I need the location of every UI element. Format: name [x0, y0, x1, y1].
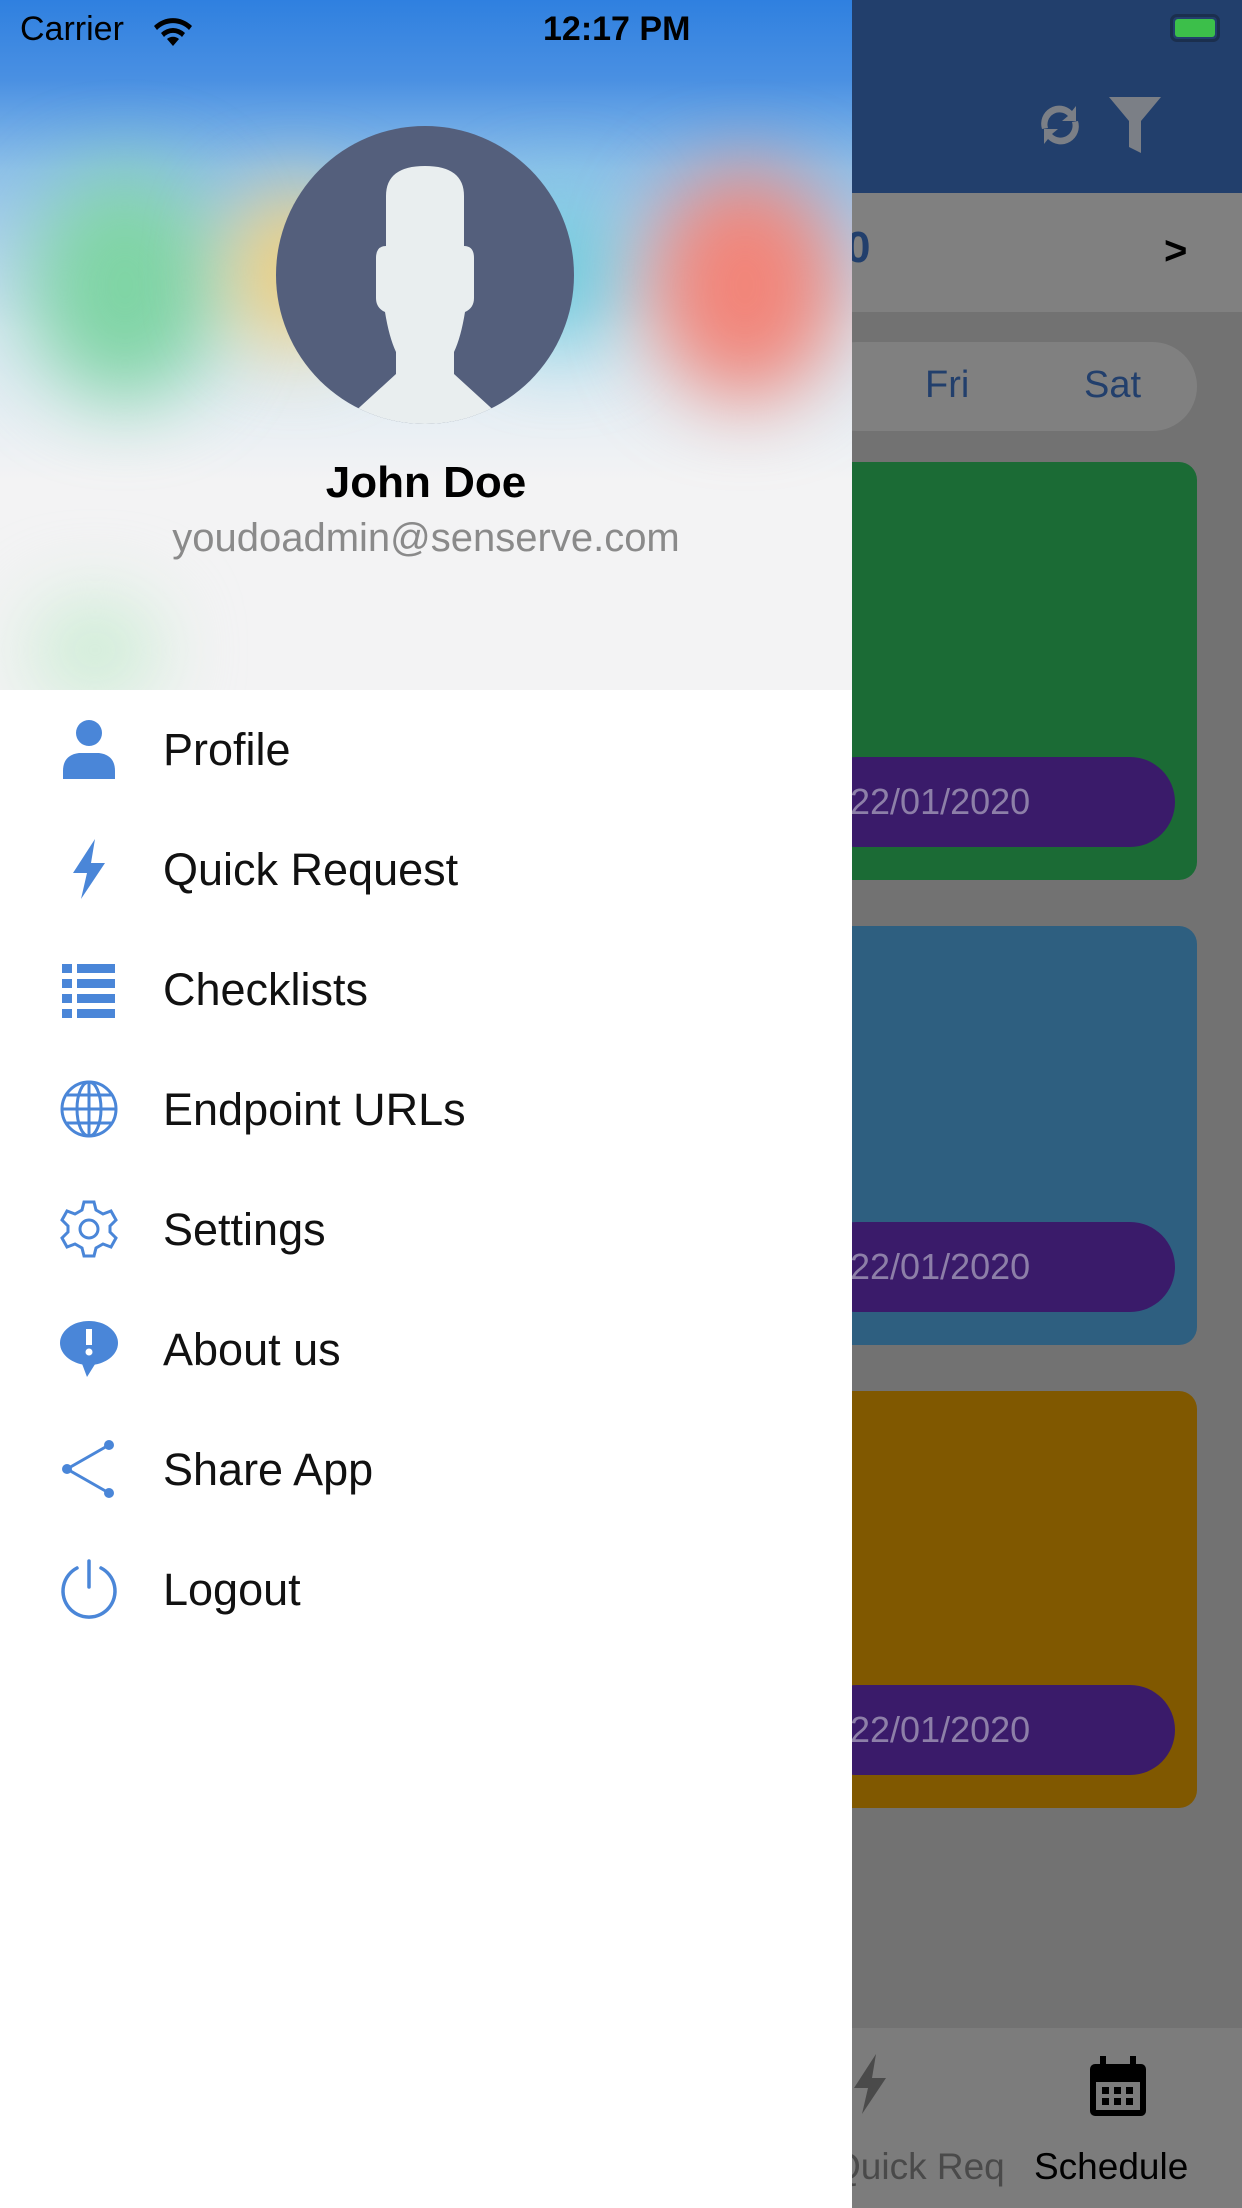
battery-icon	[1170, 14, 1220, 42]
power-icon	[61, 1559, 117, 1619]
menu-item-quick-request[interactable]: Quick Request	[0, 814, 852, 924]
next-button[interactable]: >	[1164, 229, 1187, 274]
day-sat[interactable]: Sat	[1084, 364, 1141, 407]
tab-bar: Quick Req Schedule	[852, 2028, 1242, 2208]
side-drawer: Carrier 12:17 PM John Doe youdoadmin@sen…	[0, 0, 852, 2208]
date-label: 0	[852, 223, 871, 272]
calendar-icon	[1090, 2056, 1146, 2116]
bolt-icon	[73, 839, 105, 899]
user-name: John Doe	[325, 458, 527, 507]
date-pill: 22/01/2020	[852, 757, 1175, 847]
menu-item-share-app[interactable]: Share App	[0, 1414, 852, 1524]
person-silhouette-icon	[350, 166, 500, 424]
nav-bar	[852, 0, 1242, 193]
filter-icon[interactable]	[1107, 95, 1163, 155]
share-icon	[62, 1440, 114, 1498]
schedule-card[interactable]: 22/01/2020	[852, 1391, 1197, 1808]
wifi-icon	[154, 18, 192, 46]
background-screen: 0 > Fri Sat 22/01/2020 22/01/2020 22/01/…	[852, 0, 1242, 2208]
avatar[interactable]	[276, 126, 574, 424]
clock: 12:17 PM	[543, 10, 691, 48]
menu-item-profile[interactable]: Profile	[0, 694, 852, 804]
refresh-icon[interactable]	[1032, 95, 1088, 155]
day-fri[interactable]: Fri	[925, 364, 969, 407]
schedule-card[interactable]: 22/01/2020	[852, 462, 1197, 880]
list-icon	[62, 964, 115, 1018]
menu-item-settings[interactable]: Settings	[0, 1174, 852, 1284]
menu-item-about-us[interactable]: About us	[0, 1294, 852, 1404]
globe-icon	[60, 1080, 118, 1138]
date-pill: 22/01/2020	[852, 1222, 1175, 1312]
user-email: youdoadmin@senserve.com	[172, 516, 680, 560]
schedule-card[interactable]: 22/01/2020	[852, 926, 1197, 1345]
menu-item-logout[interactable]: Logout	[0, 1534, 852, 1644]
person-icon	[63, 720, 115, 779]
drawer-header: Carrier 12:17 PM John Doe youdoadmin@sen…	[0, 0, 852, 690]
speech-bubble-icon	[60, 1321, 118, 1377]
gear-icon	[60, 1200, 118, 1258]
menu-item-checklists[interactable]: Checklists	[0, 934, 852, 1044]
menu-item-endpoint-urls[interactable]: Endpoint URLs	[0, 1054, 852, 1164]
day-selector: Fri Sat	[852, 342, 1197, 431]
carrier-label: Carrier	[20, 10, 124, 48]
bolt-icon	[854, 2054, 886, 2114]
date-nav-band: 0 >	[852, 193, 1242, 312]
date-pill: 22/01/2020	[852, 1685, 1175, 1775]
